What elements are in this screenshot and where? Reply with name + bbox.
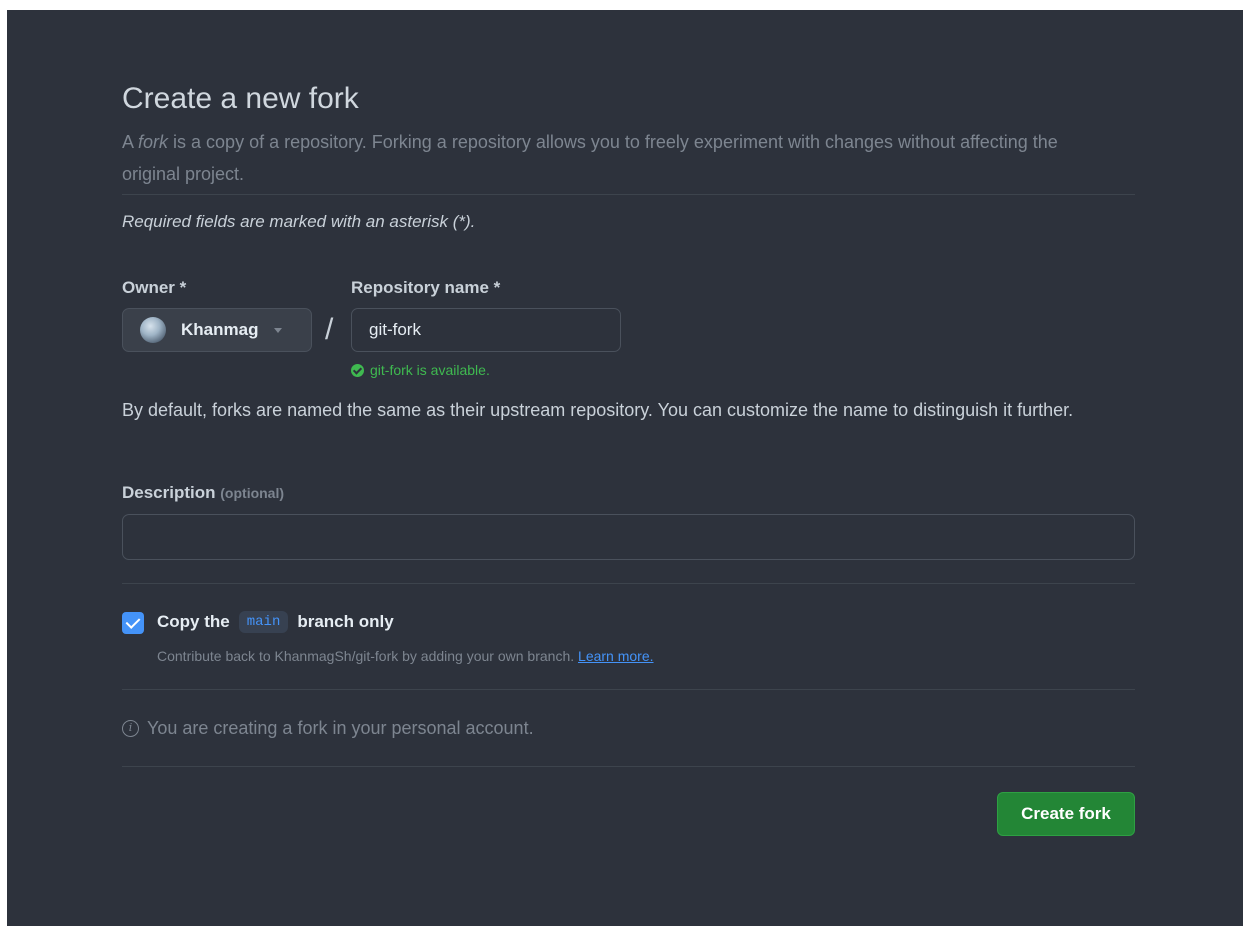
options-divider — [122, 689, 1135, 690]
subtitle-emphasis: fork — [138, 132, 169, 152]
copy-branch-help-text: Contribute back to KhanmagSh/git-fork by… — [157, 648, 575, 664]
owner-dropdown[interactable]: Khanmag — [122, 308, 312, 352]
availability-text: git-fork is available. — [370, 362, 490, 378]
create-fork-button[interactable]: Create fork — [997, 792, 1135, 836]
fork-page: Create a new fork A fork is a copy of a … — [7, 10, 1243, 926]
owner-name: Khanmag — [181, 320, 259, 339]
copy-branch-label[interactable]: Copy the main branch only — [157, 611, 394, 633]
description-divider — [122, 583, 1135, 584]
info-icon: i — [122, 720, 139, 737]
copy-branch-label-suffix: branch only — [297, 612, 394, 631]
copy-main-branch-checkbox[interactable] — [122, 612, 144, 634]
info-message: You are creating a fork in your personal… — [147, 718, 534, 738]
required-fields-note: Required fields are marked with an aster… — [122, 212, 476, 231]
naming-help-text: By default, forks are named the same as … — [122, 400, 1074, 420]
description-label-text: Description — [122, 483, 216, 502]
description-input[interactable] — [122, 514, 1135, 560]
footer-divider — [122, 766, 1135, 767]
subtitle-rest: is a copy of a repository. Forking a rep… — [122, 132, 1058, 184]
availability-status: git-fork is available. — [351, 362, 490, 378]
branch-name-code: main — [238, 611, 289, 633]
learn-more-link[interactable]: Learn more. — [578, 648, 653, 664]
check-circle-icon — [351, 363, 364, 377]
description-label: Description (optional) — [122, 483, 284, 503]
repository-name-input[interactable] — [351, 308, 621, 352]
owner-avatar — [140, 317, 166, 343]
header-divider — [122, 194, 1135, 195]
repository-name-label: Repository name * — [351, 278, 501, 297]
owner-repo-separator: / — [325, 313, 334, 346]
personal-account-notice: i You are creating a fork in your person… — [122, 718, 534, 739]
caret-down-icon — [274, 327, 283, 333]
copy-branch-help: Contribute back to KhanmagSh/git-fork by… — [157, 648, 654, 664]
subtitle-prefix: A — [122, 132, 139, 152]
page-subtitle: A fork is a copy of a repository. Forkin… — [122, 126, 1102, 190]
page-title: Create a new fork — [122, 82, 359, 115]
owner-label: Owner * — [122, 278, 187, 297]
copy-branch-label-prefix: Copy the — [157, 612, 230, 631]
optional-tag: (optional) — [220, 485, 285, 501]
